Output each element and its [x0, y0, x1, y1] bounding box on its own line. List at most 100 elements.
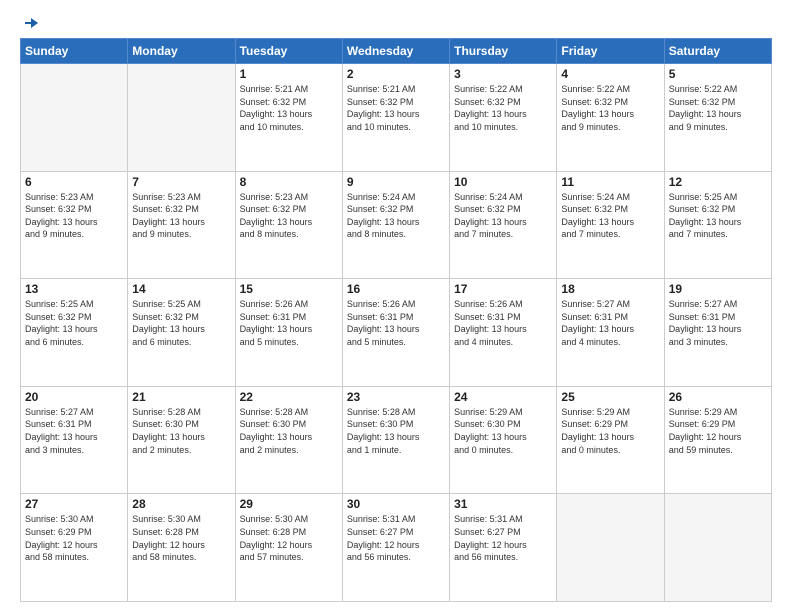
logo — [20, 16, 40, 30]
calendar-cell: 17Sunrise: 5:26 AM Sunset: 6:31 PM Dayli… — [450, 279, 557, 387]
day-info: Sunrise: 5:27 AM Sunset: 6:31 PM Dayligh… — [25, 406, 123, 456]
day-number: 28 — [132, 497, 230, 511]
day-info: Sunrise: 5:29 AM Sunset: 6:29 PM Dayligh… — [669, 406, 767, 456]
day-number: 20 — [25, 390, 123, 404]
day-number: 12 — [669, 175, 767, 189]
day-info: Sunrise: 5:29 AM Sunset: 6:29 PM Dayligh… — [561, 406, 659, 456]
calendar-cell — [664, 494, 771, 602]
day-number: 8 — [240, 175, 338, 189]
calendar-cell: 15 Sunrise: 5:26 AM Sunset: 6:31 PM Dayli… — [235, 279, 342, 387]
calendar-cell: 16 Sunrise: 5:26 AM Sunset: 6:31 PM Dayli… — [342, 279, 449, 387]
day-number: 2 — [347, 67, 445, 81]
calendar-cell: 3 Sunrise: 5:22 AM Sunset: 6:32 PM Daylig… — [450, 64, 557, 172]
day-number: 10 — [454, 175, 552, 189]
day-number: 26 — [669, 390, 767, 404]
day-info: Sunrise: 5:28 AM Sunset: 6:30 PM Dayligh… — [132, 406, 230, 456]
day-info: Sunrise: 5:30 AM Sunset: 6:28 PM Dayligh… — [132, 513, 230, 563]
calendar-cell: 20 Sunrise: 5:27 AM Sunset: 6:31 PM Dayli… — [21, 386, 128, 494]
day-info: Sunrise: 5:22 AM Sunset: 6:32 PM Dayligh… — [561, 83, 659, 133]
day-info: Sunrise: 5:30 AM Sunset: 6:29 PM Dayligh… — [25, 513, 123, 563]
calendar-cell: 2 Sunrise: 5:21 AM Sunset: 6:32 PM Daylig… — [342, 64, 449, 172]
calendar-cell: 12 Sunrise: 5:25 AM Sunset: 6:32 PM Dayli… — [664, 171, 771, 279]
day-info: Sunrise: 5:24 AM Sunset: 6:32 PM Dayligh… — [454, 191, 552, 241]
calendar-week-row: 20 Sunrise: 5:27 AM Sunset: 6:31 PM Dayli… — [21, 386, 772, 494]
day-info: Sunrise: 5:30 AM Sunset: 6:28 PM Dayligh… — [240, 513, 338, 563]
day-number: 24 — [454, 390, 552, 404]
day-number: 1 — [240, 67, 338, 81]
weekday-header: Wednesday — [342, 39, 449, 64]
day-number: 19 — [669, 282, 767, 296]
day-info: Sunrise: 5:24 AM Sunset: 6:32 PM Dayligh… — [347, 191, 445, 241]
calendar-week-row: 6Sunrise: 5:23 AM Sunset: 6:32 PM Daylig… — [21, 171, 772, 279]
day-number: 14 — [132, 282, 230, 296]
calendar-cell: 25 Sunrise: 5:29 AM Sunset: 6:29 PM Dayli… — [557, 386, 664, 494]
calendar-cell — [21, 64, 128, 172]
day-info: Sunrise: 5:27 AM Sunset: 6:31 PM Dayligh… — [561, 298, 659, 348]
header — [20, 16, 772, 30]
calendar-week-row: 13 Sunrise: 5:25 AM Sunset: 6:32 PM Dayli… — [21, 279, 772, 387]
day-number: 25 — [561, 390, 659, 404]
calendar-cell: 13 Sunrise: 5:25 AM Sunset: 6:32 PM Dayli… — [21, 279, 128, 387]
day-info: Sunrise: 5:31 AM Sunset: 6:27 PM Dayligh… — [347, 513, 445, 563]
calendar-cell: 9Sunrise: 5:24 AM Sunset: 6:32 PM Daylig… — [342, 171, 449, 279]
calendar-cell: 27Sunrise: 5:30 AM Sunset: 6:29 PM Dayli… — [21, 494, 128, 602]
day-info: Sunrise: 5:24 AM Sunset: 6:32 PM Dayligh… — [561, 191, 659, 241]
day-number: 11 — [561, 175, 659, 189]
weekday-header: Friday — [557, 39, 664, 64]
calendar-cell: 19Sunrise: 5:27 AM Sunset: 6:31 PM Dayli… — [664, 279, 771, 387]
day-number: 5 — [669, 67, 767, 81]
day-number: 7 — [132, 175, 230, 189]
weekday-header: Saturday — [664, 39, 771, 64]
calendar-cell: 22 Sunrise: 5:28 AM Sunset: 6:30 PM Dayli… — [235, 386, 342, 494]
calendar-cell: 29 Sunrise: 5:30 AM Sunset: 6:28 PM Dayli… — [235, 494, 342, 602]
day-info: Sunrise: 5:31 AM Sunset: 6:27 PM Dayligh… — [454, 513, 552, 563]
day-info: Sunrise: 5:22 AM Sunset: 6:32 PM Dayligh… — [454, 83, 552, 133]
day-number: 13 — [25, 282, 123, 296]
day-info: Sunrise: 5:25 AM Sunset: 6:32 PM Dayligh… — [132, 298, 230, 348]
calendar-week-row: 27Sunrise: 5:30 AM Sunset: 6:29 PM Dayli… — [21, 494, 772, 602]
day-info: Sunrise: 5:26 AM Sunset: 6:31 PM Dayligh… — [240, 298, 338, 348]
day-info: Sunrise: 5:21 AM Sunset: 6:32 PM Dayligh… — [347, 83, 445, 133]
day-info: Sunrise: 5:26 AM Sunset: 6:31 PM Dayligh… — [454, 298, 552, 348]
day-info: Sunrise: 5:26 AM Sunset: 6:31 PM Dayligh… — [347, 298, 445, 348]
day-info: Sunrise: 5:22 AM Sunset: 6:32 PM Dayligh… — [669, 83, 767, 133]
weekday-header: Monday — [128, 39, 235, 64]
day-info: Sunrise: 5:25 AM Sunset: 6:32 PM Dayligh… — [669, 191, 767, 241]
day-info: Sunrise: 5:29 AM Sunset: 6:30 PM Dayligh… — [454, 406, 552, 456]
day-info: Sunrise: 5:23 AM Sunset: 6:32 PM Dayligh… — [240, 191, 338, 241]
day-number: 18 — [561, 282, 659, 296]
page: SundayMondayTuesdayWednesdayThursdayFrid… — [0, 0, 792, 612]
day-number: 23 — [347, 390, 445, 404]
calendar-cell: 30Sunrise: 5:31 AM Sunset: 6:27 PM Dayli… — [342, 494, 449, 602]
weekday-header: Sunday — [21, 39, 128, 64]
calendar-cell — [557, 494, 664, 602]
calendar-week-row: 1 Sunrise: 5:21 AM Sunset: 6:32 PM Daylig… — [21, 64, 772, 172]
calendar-table: SundayMondayTuesdayWednesdayThursdayFrid… — [20, 38, 772, 602]
day-info: Sunrise: 5:25 AM Sunset: 6:32 PM Dayligh… — [25, 298, 123, 348]
calendar-cell: 5 Sunrise: 5:22 AM Sunset: 6:32 PM Daylig… — [664, 64, 771, 172]
weekday-header: Tuesday — [235, 39, 342, 64]
calendar-cell: 24 Sunrise: 5:29 AM Sunset: 6:30 PM Dayli… — [450, 386, 557, 494]
calendar-cell: 21 Sunrise: 5:28 AM Sunset: 6:30 PM Dayli… — [128, 386, 235, 494]
day-info: Sunrise: 5:28 AM Sunset: 6:30 PM Dayligh… — [240, 406, 338, 456]
logo-flag-icon — [22, 16, 40, 34]
day-number: 15 — [240, 282, 338, 296]
day-number: 16 — [347, 282, 445, 296]
day-number: 3 — [454, 67, 552, 81]
day-number: 22 — [240, 390, 338, 404]
calendar-cell: 31Sunrise: 5:31 AM Sunset: 6:27 PM Dayli… — [450, 494, 557, 602]
calendar-cell: 26 Sunrise: 5:29 AM Sunset: 6:29 PM Dayli… — [664, 386, 771, 494]
day-number: 29 — [240, 497, 338, 511]
calendar-cell: 28 Sunrise: 5:30 AM Sunset: 6:28 PM Dayli… — [128, 494, 235, 602]
calendar-cell: 10 Sunrise: 5:24 AM Sunset: 6:32 PM Dayli… — [450, 171, 557, 279]
day-info: Sunrise: 5:23 AM Sunset: 6:32 PM Dayligh… — [132, 191, 230, 241]
day-info: Sunrise: 5:28 AM Sunset: 6:30 PM Dayligh… — [347, 406, 445, 456]
day-info: Sunrise: 5:23 AM Sunset: 6:32 PM Dayligh… — [25, 191, 123, 241]
calendar-cell: 23 Sunrise: 5:28 AM Sunset: 6:30 PM Dayli… — [342, 386, 449, 494]
calendar-cell: 8 Sunrise: 5:23 AM Sunset: 6:32 PM Daylig… — [235, 171, 342, 279]
calendar-cell — [128, 64, 235, 172]
weekday-header-row: SundayMondayTuesdayWednesdayThursdayFrid… — [21, 39, 772, 64]
calendar-cell: 4Sunrise: 5:22 AM Sunset: 6:32 PM Daylig… — [557, 64, 664, 172]
calendar-cell: 14 Sunrise: 5:25 AM Sunset: 6:32 PM Dayli… — [128, 279, 235, 387]
day-number: 21 — [132, 390, 230, 404]
